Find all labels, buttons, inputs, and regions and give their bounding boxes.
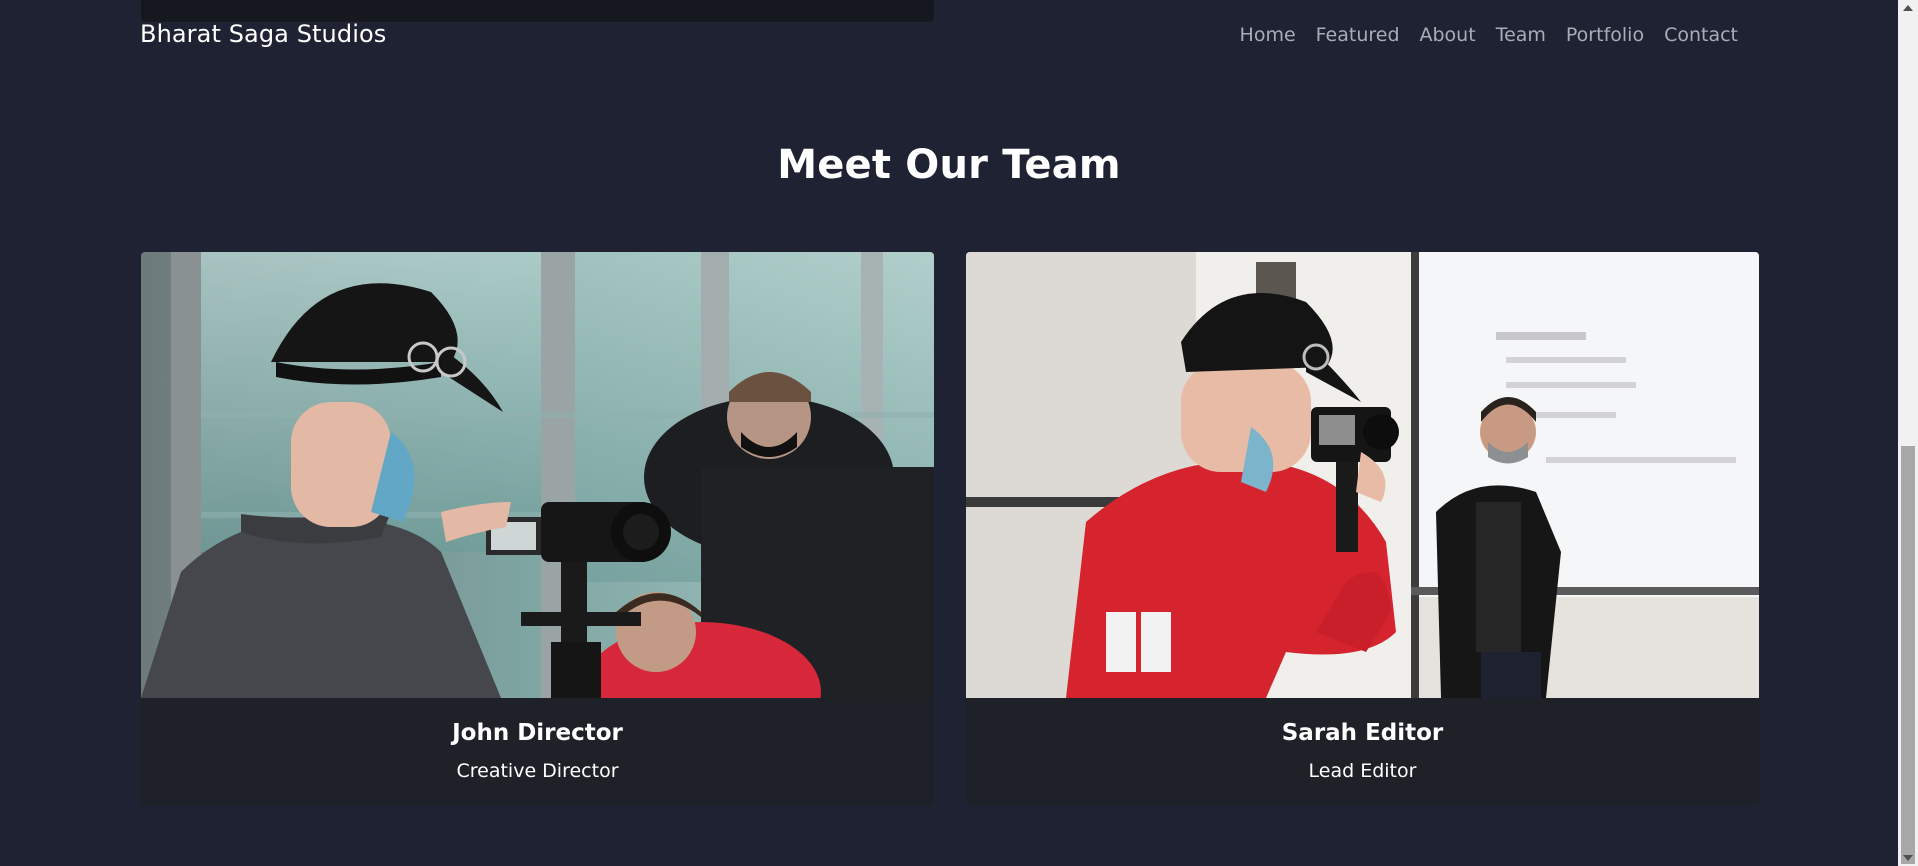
team-card: John Director Creative Director [141,252,934,806]
camera-operator-photo [141,252,934,698]
nav-links: Home Featured About Team Portfolio Conta… [1230,24,1748,46]
brand-logo[interactable]: Bharat Saga Studios [140,20,386,48]
member-name: Sarah Editor [1281,720,1444,746]
nav-link-featured[interactable]: Featured [1306,24,1410,46]
nav-link-portfolio[interactable]: Portfolio [1556,24,1654,46]
scrollbar-thumb[interactable] [1901,446,1915,864]
nav-link-team[interactable]: Team [1486,24,1556,46]
navbar: Bharat Saga Studios Home Featured About … [0,0,1898,72]
nav-link-home[interactable]: Home [1230,24,1306,46]
section-title: Meet Our Team [777,142,1121,188]
scroll-down-arrow-icon[interactable] [1903,855,1913,861]
card-body: John Director Creative Director [141,720,934,782]
card-body: Sarah Editor Lead Editor [966,720,1759,782]
scroll-up-arrow-icon[interactable] [1903,5,1913,11]
scrollbar[interactable] [1898,0,1918,866]
page: Bharat Saga Studios Home Featured About … [0,0,1918,866]
team-card: Sarah Editor Lead Editor [966,252,1759,806]
nav-link-about[interactable]: About [1410,24,1486,46]
member-role: Creative Director [456,760,619,782]
member-name: John Director [452,720,623,746]
red-hoodie-camera-operator-photo [966,252,1759,698]
nav-link-contact[interactable]: Contact [1654,24,1748,46]
member-role: Lead Editor [1308,760,1417,782]
